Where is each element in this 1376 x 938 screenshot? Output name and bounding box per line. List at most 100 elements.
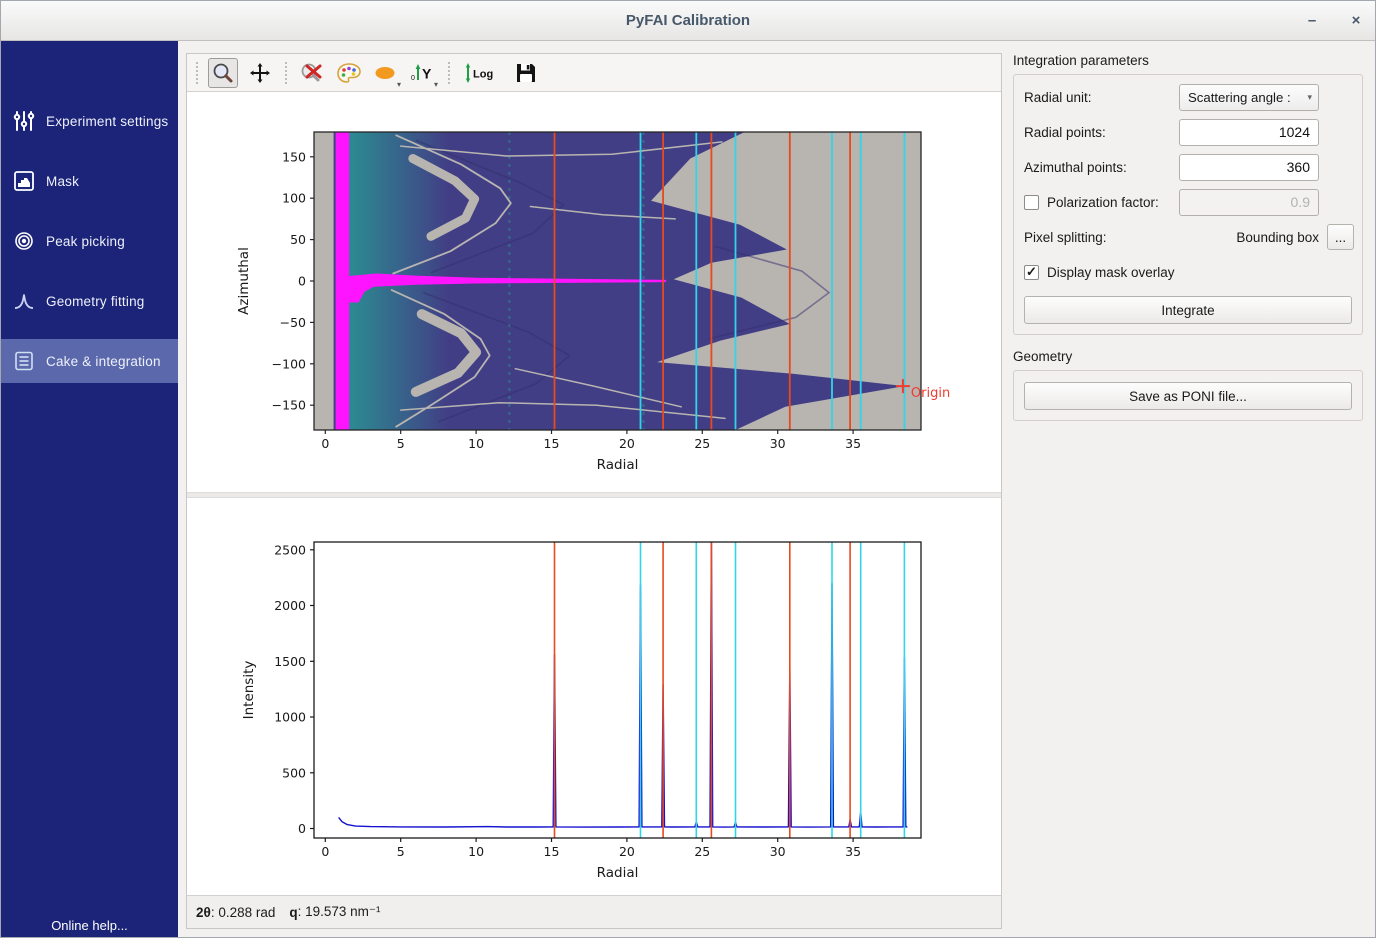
svg-text:15: 15 xyxy=(544,436,560,451)
sidebar-item-geometry-fitting[interactable]: Geometry fitting xyxy=(1,279,178,323)
geometry-title: Geometry xyxy=(1013,349,1371,364)
svg-text:Intensity: Intensity xyxy=(241,661,257,720)
floppy-save-icon xyxy=(514,61,538,85)
pyfai-window: PyFAI Calibration – × Experiment setting… xyxy=(0,0,1376,938)
clear-zoom-button[interactable] xyxy=(297,58,327,88)
sidebar-item-label: Geometry fitting xyxy=(46,294,144,309)
svg-text:50: 50 xyxy=(290,232,306,247)
rings-icon xyxy=(13,230,35,252)
svg-text:15: 15 xyxy=(544,844,560,859)
titlebar: PyFAI Calibration – × xyxy=(1,1,1375,41)
chevron-down-icon: ▾ xyxy=(1307,92,1312,103)
radial-unit-select[interactable]: Scattering angle : ▾ xyxy=(1179,84,1319,111)
svg-text:35: 35 xyxy=(845,844,861,859)
sidebar-item-label: Peak picking xyxy=(46,234,125,249)
mask-tool-button[interactable]: ▾ xyxy=(371,58,401,88)
mask-overlay-label: Display mask overlay xyxy=(1047,265,1175,280)
sidebar-item-mask[interactable]: Mask xyxy=(1,159,178,203)
list-icon xyxy=(13,350,35,372)
svg-text:1000: 1000 xyxy=(274,710,306,725)
right-panel: Integration parameters Radial unit: Scat… xyxy=(1011,51,1371,435)
sidebar-item-cake-integration[interactable]: Cake & integration xyxy=(1,339,178,383)
pan-arrows-icon xyxy=(248,61,272,85)
online-help-link[interactable]: Online help... xyxy=(1,918,178,933)
svg-text:500: 500 xyxy=(282,765,306,780)
svg-text:Radial: Radial xyxy=(597,457,639,473)
svg-text:−50: −50 xyxy=(280,315,306,330)
svg-text:25: 25 xyxy=(694,844,710,859)
svg-text:−150: −150 xyxy=(272,398,306,413)
save-poni-button[interactable]: Save as PONI file... xyxy=(1024,382,1352,410)
minimize-button[interactable]: – xyxy=(1303,12,1321,29)
main-panel: ▾ 0Y ▾ Log 05101520253035−150−100−500501… xyxy=(186,53,1002,929)
svg-text:Y: Y xyxy=(422,65,432,81)
zoom-tool-button[interactable] xyxy=(208,58,238,88)
svg-text:10: 10 xyxy=(468,844,484,859)
svg-text:10: 10 xyxy=(468,436,484,451)
pixel-splitting-label: Pixel splitting: xyxy=(1024,230,1107,245)
svg-text:0: 0 xyxy=(321,436,329,451)
svg-text:0: 0 xyxy=(298,821,306,836)
polarization-checkbox[interactable] xyxy=(1024,195,1039,210)
radial-points-input[interactable] xyxy=(1179,119,1319,146)
integration-plot[interactable]: 0 5 10 15 20 25 30 35 0 500 1000 1500 2000 2500 Radial… xyxy=(187,500,1001,901)
q-label: q xyxy=(289,905,297,920)
pixel-splitting-more-button[interactable]: ... xyxy=(1327,224,1354,250)
radial-unit-value: Scattering angle : xyxy=(1188,90,1291,105)
svg-text:0: 0 xyxy=(321,844,329,859)
chevron-down-icon: ▾ xyxy=(397,80,401,89)
plot-toolbar: ▾ 0Y ▾ Log xyxy=(187,54,1001,92)
integrate-button[interactable]: Integrate xyxy=(1024,296,1352,324)
svg-text:2000: 2000 xyxy=(274,598,306,613)
radial-points-label: Radial points: xyxy=(1024,125,1106,140)
toolbar-grip xyxy=(196,62,198,84)
sidebar-item-peak-picking[interactable]: Peak picking xyxy=(1,219,178,263)
pixel-splitting-value: Bounding box xyxy=(1236,230,1319,245)
magnifier-icon xyxy=(211,61,235,85)
svg-text:5: 5 xyxy=(397,844,405,859)
window-title: PyFAI Calibration xyxy=(626,12,750,29)
azimuthal-points-input[interactable] xyxy=(1179,154,1319,181)
close-button[interactable]: × xyxy=(1347,12,1365,29)
colormap-button[interactable] xyxy=(334,58,364,88)
clear-zoom-icon xyxy=(299,61,325,85)
svg-text:0: 0 xyxy=(298,274,306,289)
cake-plot[interactable]: 05101520253035−150−100−50050100150Radial… xyxy=(187,94,1001,490)
svg-text:150: 150 xyxy=(282,149,306,164)
svg-text:0: 0 xyxy=(411,75,415,82)
svg-text:−100: −100 xyxy=(272,356,306,371)
svg-text:35: 35 xyxy=(845,436,861,451)
integration-parameters-group: Radial unit: Scattering angle : ▾ Radial… xyxy=(1013,74,1363,335)
integration-parameters-title: Integration parameters xyxy=(1013,53,1371,68)
plot-area: 05101520253035−150−100−50050100150Radial… xyxy=(187,92,1001,897)
palette-icon xyxy=(336,61,362,85)
svg-text:Radial: Radial xyxy=(597,865,639,881)
svg-text:1500: 1500 xyxy=(274,654,306,669)
sidebar-item-label: Experiment settings xyxy=(46,114,168,129)
sidebar: Experiment settings Mask Peak picking Ge… xyxy=(1,41,178,938)
geometry-group: Save as PONI file... xyxy=(1013,370,1363,421)
svg-text:100: 100 xyxy=(282,191,306,206)
sidebar-item-experiment-settings[interactable]: Experiment settings xyxy=(1,99,178,143)
chevron-down-icon: ▾ xyxy=(434,80,438,89)
peak-icon xyxy=(13,290,35,312)
mask-overlay-checkbox[interactable] xyxy=(1024,265,1039,280)
log-scale-button[interactable]: Log xyxy=(460,58,504,88)
svg-text:20: 20 xyxy=(619,844,635,859)
svg-text:5: 5 xyxy=(397,436,405,451)
save-button[interactable] xyxy=(511,58,541,88)
y-origin-button[interactable]: 0Y ▾ xyxy=(408,58,438,88)
toolbar-grip xyxy=(285,62,287,84)
log-scale-icon: Log xyxy=(462,61,502,85)
svg-text:25: 25 xyxy=(694,436,710,451)
sidebar-item-label: Cake & integration xyxy=(46,354,161,369)
svg-text:2500: 2500 xyxy=(274,542,306,557)
svg-text:30: 30 xyxy=(770,844,786,859)
ellipse-mask-icon xyxy=(373,61,399,85)
svg-text:Log: Log xyxy=(473,68,493,80)
svg-text:Origin: Origin xyxy=(911,386,950,401)
polarization-label: Polarization factor: xyxy=(1047,195,1159,210)
pan-tool-button[interactable] xyxy=(245,58,275,88)
sliders-icon xyxy=(13,110,35,132)
y-axis-origin-icon: 0Y xyxy=(410,61,436,85)
